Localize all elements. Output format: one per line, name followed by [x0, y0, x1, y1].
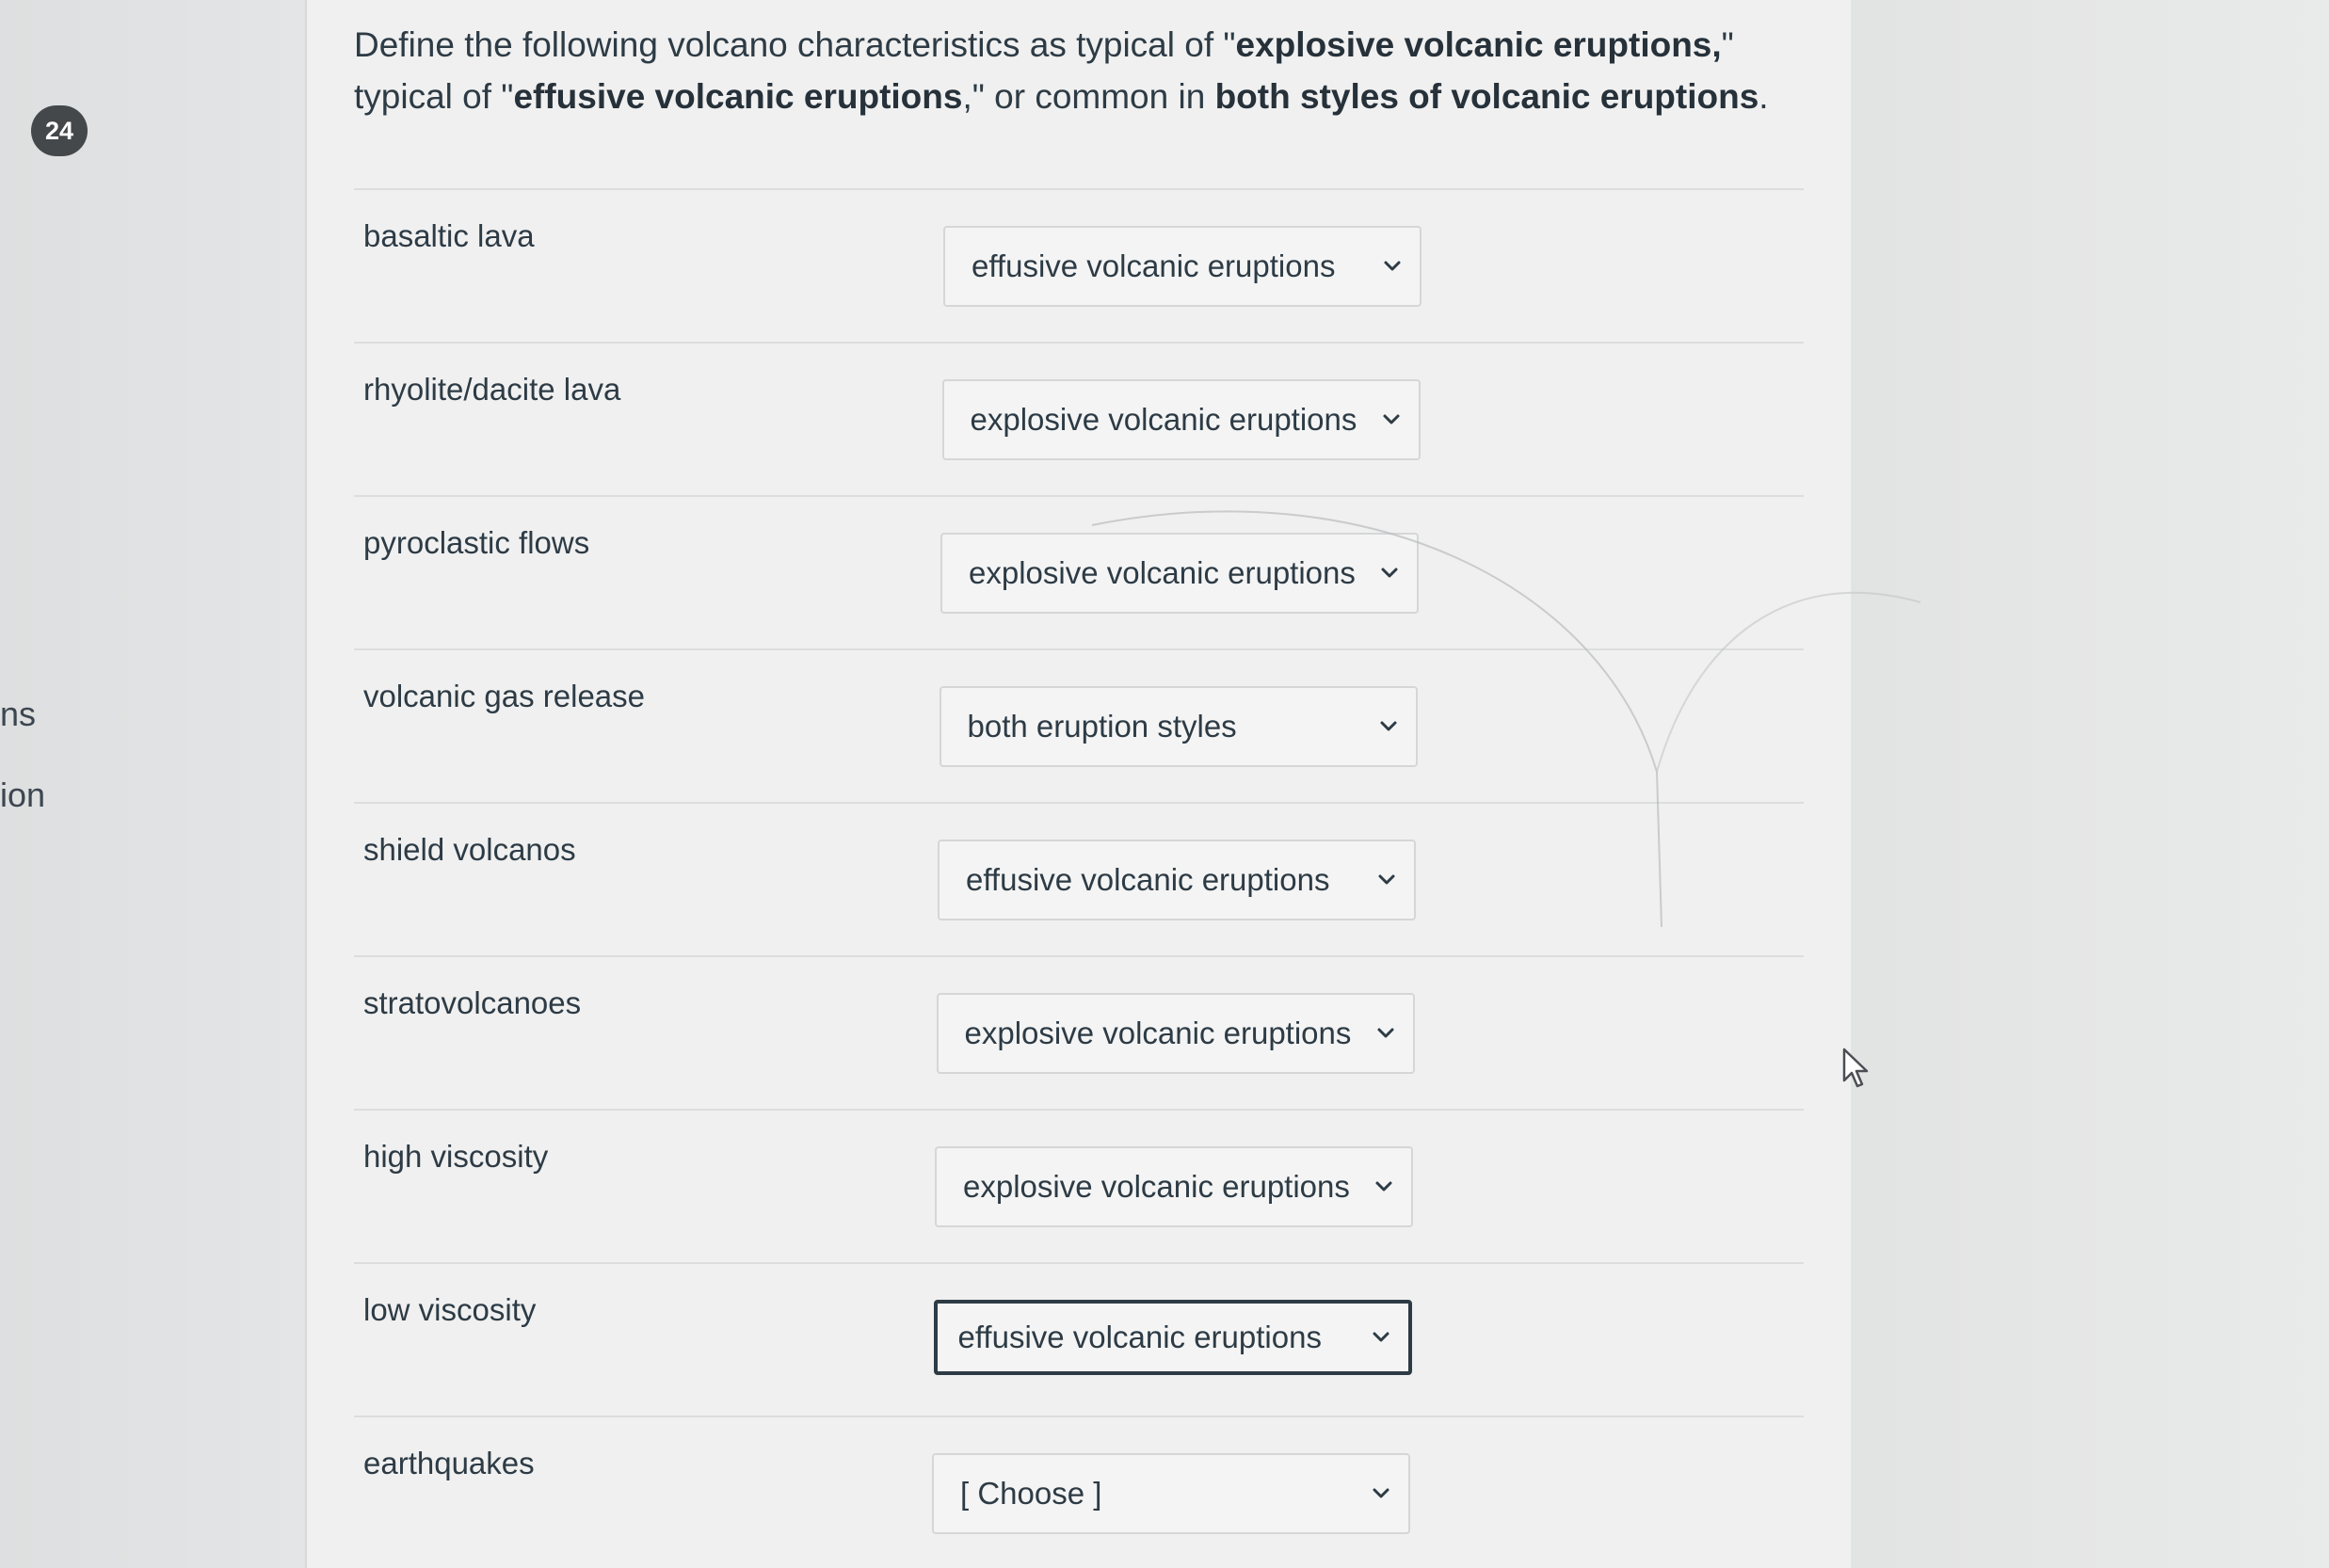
question-text-part: .: [1759, 77, 1769, 116]
row-divider: [354, 648, 1804, 650]
row-divider: [354, 802, 1804, 804]
question-term-effusive: effusive volcanic eruptions: [513, 77, 963, 116]
answer-dropdown[interactable]: effusive volcanic eruptions: [943, 226, 1421, 307]
question-text-part: Define the following volcano characteris…: [354, 25, 1236, 64]
answer-dropdown[interactable]: effusive volcanic eruptions: [933, 1300, 1412, 1375]
row-label: earthquakes: [363, 1446, 535, 1480]
chevron-down-icon: [1373, 1488, 1389, 1498]
chevron-down-icon: [1377, 1028, 1393, 1038]
answer-dropdown[interactable]: [ Choose ]: [932, 1453, 1410, 1534]
left-rail: 24 ns ion: [0, 0, 305, 1568]
question-number-badge: 24: [31, 105, 88, 156]
chevron-down-icon: [1384, 261, 1401, 271]
question-text: Define the following volcano characteris…: [354, 19, 1785, 122]
answer-dropdown[interactable]: both eruption styles: [939, 686, 1418, 767]
answer-dropdown[interactable]: explosive volcanic eruptions: [936, 993, 1415, 1074]
chevron-down-icon: [1380, 721, 1396, 731]
chevron-down-icon: [1378, 874, 1395, 885]
dropdown-selected-value: explosive volcanic eruptions: [969, 555, 1356, 590]
answer-dropdown[interactable]: explosive volcanic eruptions: [940, 533, 1419, 614]
row-label: stratovolcanoes: [363, 985, 582, 1020]
dropdown-selected-value: effusive volcanic eruptions: [972, 248, 1336, 283]
dropdown-selected-value: explosive volcanic eruptions: [970, 402, 1357, 437]
question-panel: Define the following volcano characteris…: [305, 0, 1853, 1568]
row-label: high viscosity: [363, 1139, 549, 1174]
row-divider: [354, 1109, 1804, 1111]
row-divider: [354, 188, 1804, 190]
dropdown-selected-value: explosive volcanic eruptions: [964, 1016, 1352, 1050]
rail-label-2[interactable]: ion: [0, 776, 45, 815]
mouse-pointer-icon: [1842, 1048, 1869, 1088]
row-label: rhyolite/dacite lava: [363, 372, 621, 407]
row-divider: [354, 342, 1804, 344]
rail-label-1[interactable]: ns: [0, 695, 36, 734]
answer-dropdown[interactable]: explosive volcanic eruptions: [941, 379, 1421, 460]
row-divider: [354, 495, 1804, 497]
row-divider: [354, 955, 1804, 957]
row-divider: [354, 1416, 1804, 1417]
right-background: [1851, 0, 2329, 1568]
row-label: pyroclastic flows: [363, 525, 590, 560]
row-label: basaltic lava: [363, 218, 535, 253]
answer-dropdown[interactable]: explosive volcanic eruptions: [935, 1146, 1413, 1227]
dropdown-selected-value: [ Choose ]: [960, 1476, 1102, 1511]
question-term-explosive: explosive volcanic eruptions,: [1235, 25, 1722, 64]
answer-dropdown[interactable]: effusive volcanic eruptions: [938, 840, 1416, 920]
row-label: shield volcanos: [363, 832, 576, 867]
chevron-down-icon: [1373, 1332, 1389, 1342]
chevron-down-icon: [1381, 568, 1398, 578]
question-term-both: both styles of volcanic eruptions: [1214, 77, 1759, 116]
row-label: volcanic gas release: [363, 679, 645, 713]
dropdown-selected-value: both eruption styles: [967, 709, 1237, 744]
question-text-part: ," or common in: [962, 77, 1215, 116]
row-label: low viscosity: [363, 1292, 537, 1327]
dropdown-selected-value: explosive volcanic eruptions: [963, 1169, 1350, 1204]
chevron-down-icon: [1375, 1181, 1392, 1192]
row-divider: [354, 1262, 1804, 1264]
dropdown-selected-value: effusive volcanic eruptions: [957, 1320, 1322, 1354]
chevron-down-icon: [1383, 414, 1399, 424]
dropdown-selected-value: effusive volcanic eruptions: [966, 862, 1330, 897]
